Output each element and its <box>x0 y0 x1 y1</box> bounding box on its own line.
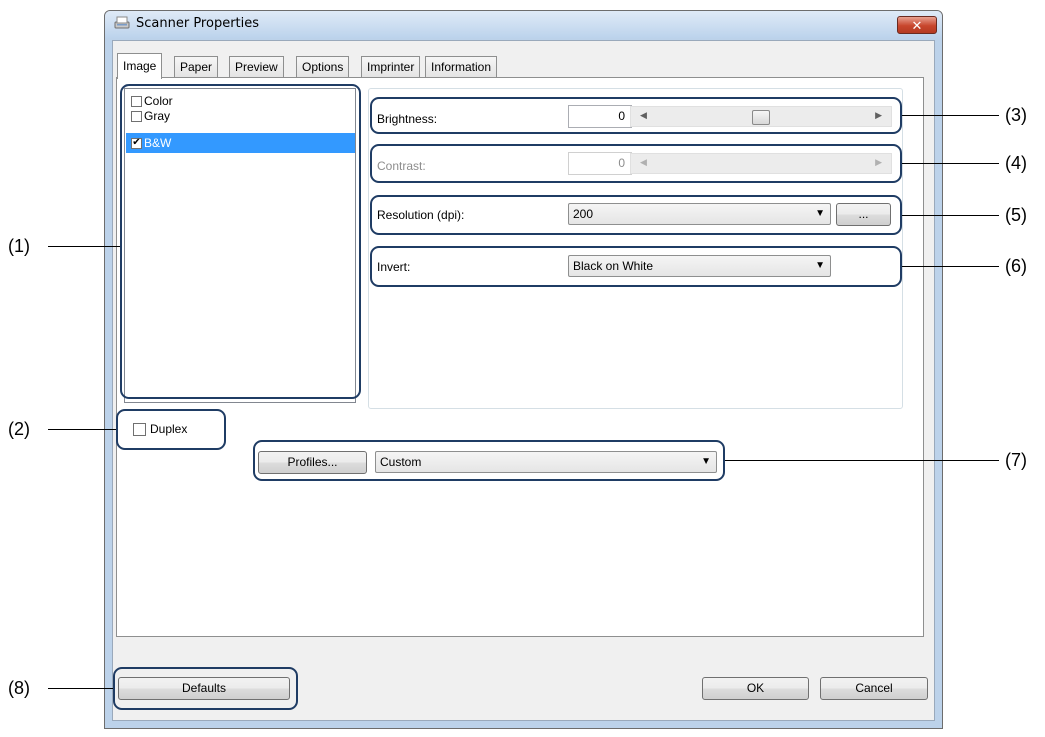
close-icon: ✕ <box>911 17 923 33</box>
brightness-label: Brightness: <box>377 112 438 126</box>
image-settings-group <box>368 88 903 409</box>
tab-image[interactable]: Image <box>117 53 163 79</box>
bw-checkbox[interactable]: ✔ <box>131 137 142 149</box>
contrast-slider[interactable]: ◀ ▶ <box>630 153 892 174</box>
chevron-down-icon: ▼ <box>815 208 825 219</box>
gray-label: Gray <box>144 109 171 123</box>
contrast-input[interactable]: 0 <box>568 152 632 175</box>
callout-leader-2 <box>48 429 116 430</box>
scanner-icon <box>114 15 130 31</box>
tab-paper[interactable]: Paper <box>174 56 219 78</box>
contrast-label: Contrast: <box>377 159 426 173</box>
duplex-option[interactable]: Duplex <box>133 422 187 436</box>
brightness-slider-thumb[interactable] <box>752 110 770 125</box>
profiles-button[interactable]: Profiles... <box>258 451 367 474</box>
callout-leader-3 <box>902 115 999 116</box>
chevron-down-icon: ▼ <box>815 260 825 271</box>
callout-number-8: (8) <box>8 678 30 698</box>
duplex-label: Duplex <box>150 422 188 436</box>
brightness-slider[interactable]: ◀ ▶ <box>630 106 892 127</box>
profile-value: Custom <box>380 455 422 469</box>
color-checkbox[interactable] <box>131 95 142 107</box>
callout-leader-1 <box>48 246 120 247</box>
bw-label: B&W <box>144 136 172 150</box>
color-label: Color <box>144 94 173 108</box>
callout-leader-7 <box>725 460 999 461</box>
ok-button[interactable]: OK <box>702 677 809 700</box>
callout-number-5: (5) <box>1005 205 1027 225</box>
window-title: Scanner Properties <box>136 16 260 31</box>
callout-number-6: (6) <box>1005 256 1027 276</box>
list-item-bw[interactable]: ✔ B&W <box>126 133 355 153</box>
resolution-more-button[interactable]: ... <box>836 203 891 226</box>
callout-leader-8 <box>48 688 113 689</box>
close-button[interactable]: ✕ <box>897 16 937 34</box>
defaults-button[interactable]: Defaults <box>118 677 290 700</box>
chevron-down-icon: ▼ <box>701 456 711 467</box>
resolution-label: Resolution (dpi): <box>377 208 465 222</box>
invert-label: Invert: <box>377 260 411 274</box>
callout-number-7: (7) <box>1005 450 1027 470</box>
callout-number-2: (2) <box>8 419 30 439</box>
list-item-color[interactable]: Color <box>131 94 355 108</box>
duplex-checkbox[interactable] <box>133 422 146 436</box>
callout-leader-6 <box>902 266 999 267</box>
tab-information[interactable]: Information <box>425 56 498 78</box>
callout-leader-4 <box>902 163 999 164</box>
checkmark-icon: ✔ <box>132 137 141 148</box>
callout-number-3: (3) <box>1005 105 1027 125</box>
gray-checkbox[interactable] <box>131 110 142 122</box>
arrow-right-icon[interactable]: ▶ <box>875 157 882 168</box>
arrow-left-icon[interactable]: ◀ <box>640 110 647 121</box>
profile-dropdown[interactable]: Custom ▼ <box>375 451 717 473</box>
arrow-right-icon[interactable]: ▶ <box>875 110 882 121</box>
invert-value: Black on White <box>573 259 654 273</box>
resolution-value: 200 <box>573 207 594 221</box>
tab-options[interactable]: Options <box>296 56 350 78</box>
arrow-left-icon[interactable]: ◀ <box>640 157 647 168</box>
list-item-gray[interactable]: Gray <box>131 109 355 123</box>
callout-number-4: (4) <box>1005 153 1027 173</box>
callout-leader-5 <box>902 215 999 216</box>
brightness-input[interactable]: 0 <box>568 105 632 128</box>
callout-number-1: (1) <box>8 236 30 256</box>
tab-preview[interactable]: Preview <box>229 56 284 78</box>
resolution-dropdown[interactable]: 200 ▼ <box>568 203 831 225</box>
cancel-button[interactable]: Cancel <box>820 677 928 700</box>
tab-imprinter[interactable]: Imprinter <box>361 56 421 78</box>
invert-dropdown[interactable]: Black on White ▼ <box>568 255 831 277</box>
